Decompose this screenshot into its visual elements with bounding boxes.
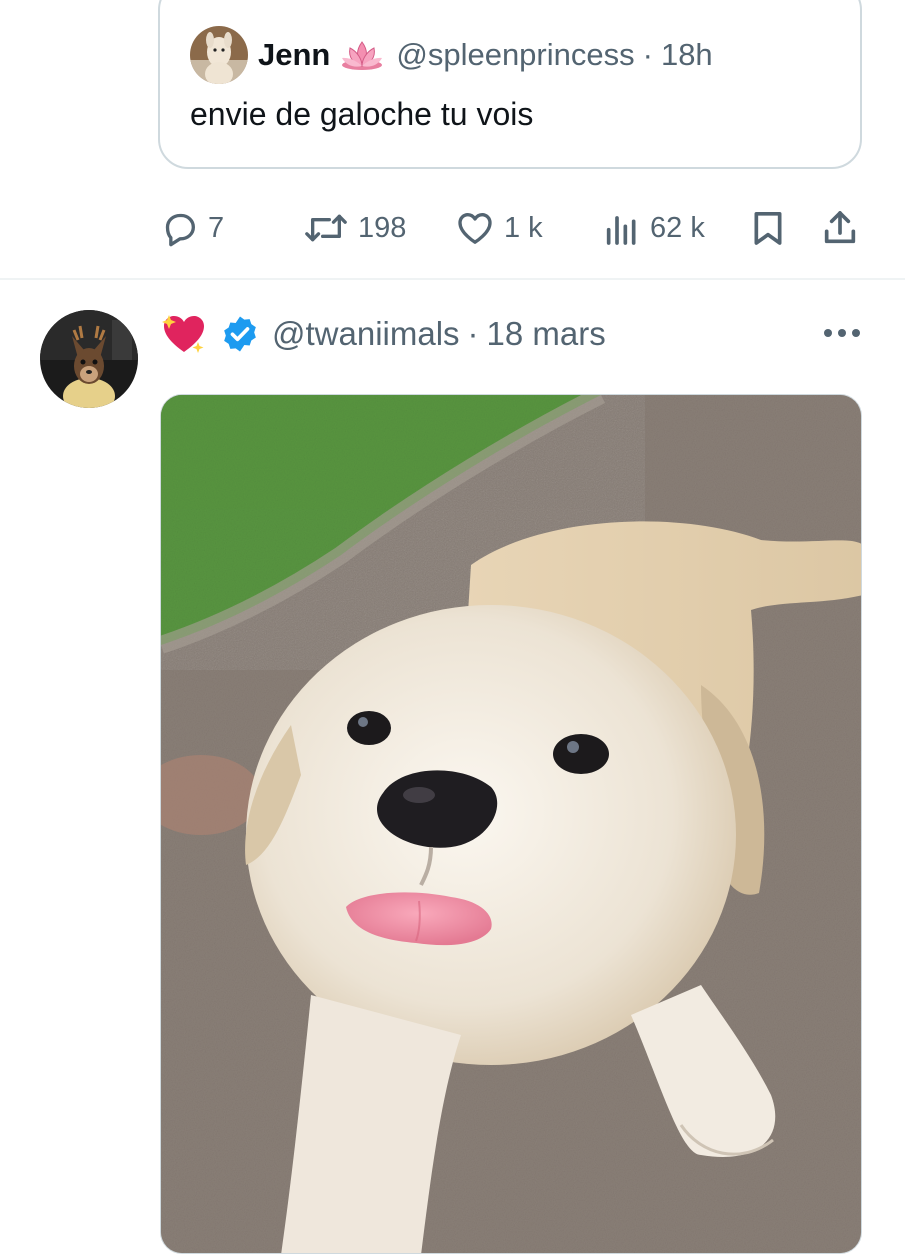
views-button[interactable]: 62 k [602, 200, 705, 256]
retweet-icon [305, 214, 347, 242]
tweet-divider [0, 278, 905, 280]
separator-dot: · [642, 37, 653, 72]
quoted-author-avatar[interactable] [190, 26, 248, 84]
share-icon [824, 211, 856, 244]
views-analytics-icon [606, 216, 636, 245]
tweet-media-photo[interactable] [160, 394, 862, 1254]
bookmark-button[interactable] [748, 200, 788, 256]
reply-icon [165, 213, 195, 247]
author-handle[interactable]: @twaniimals [272, 315, 460, 353]
tweet-action-bar: 7 198 1 k 62 k [160, 200, 862, 256]
puppy-photo [161, 395, 861, 1253]
quoted-tweet-time[interactable]: 18h [661, 37, 713, 73]
quoted-author-handle[interactable]: @spleenprincess [396, 37, 634, 73]
retweet-button[interactable]: 198 [302, 200, 406, 256]
like-button[interactable]: 1 k [454, 200, 543, 256]
lotus-emoji-icon [342, 41, 383, 70]
sparkling-heart-icon [162, 315, 204, 353]
share-button[interactable] [820, 200, 860, 256]
tweet-header: @twaniimals · 18 mars [160, 306, 606, 362]
reply-count: 7 [208, 211, 225, 244]
quoted-author-name[interactable]: Jenn [258, 37, 330, 73]
quoted-tweet-header: Jenn @spleenprincess · 18h [190, 24, 713, 86]
separator-dot: · [467, 315, 479, 352]
author-avatar[interactable] [40, 310, 138, 408]
reply-button[interactable]: 7 [160, 200, 224, 256]
quoted-tweet-text: envie de galoche tu vois [190, 96, 534, 132]
more-options-icon[interactable] [820, 315, 864, 351]
bookmark-icon [754, 212, 782, 245]
like-count: 1 k [504, 211, 543, 244]
verified-badge-icon[interactable] [220, 314, 260, 354]
quoted-tweet-card[interactable]: Jenn @spleenprincess · 18h envie de galo… [158, 0, 862, 169]
tweet-date[interactable]: 18 mars [487, 315, 606, 353]
retweet-count: 198 [358, 211, 407, 244]
views-count: 62 k [650, 211, 705, 244]
heart-icon [458, 213, 492, 244]
